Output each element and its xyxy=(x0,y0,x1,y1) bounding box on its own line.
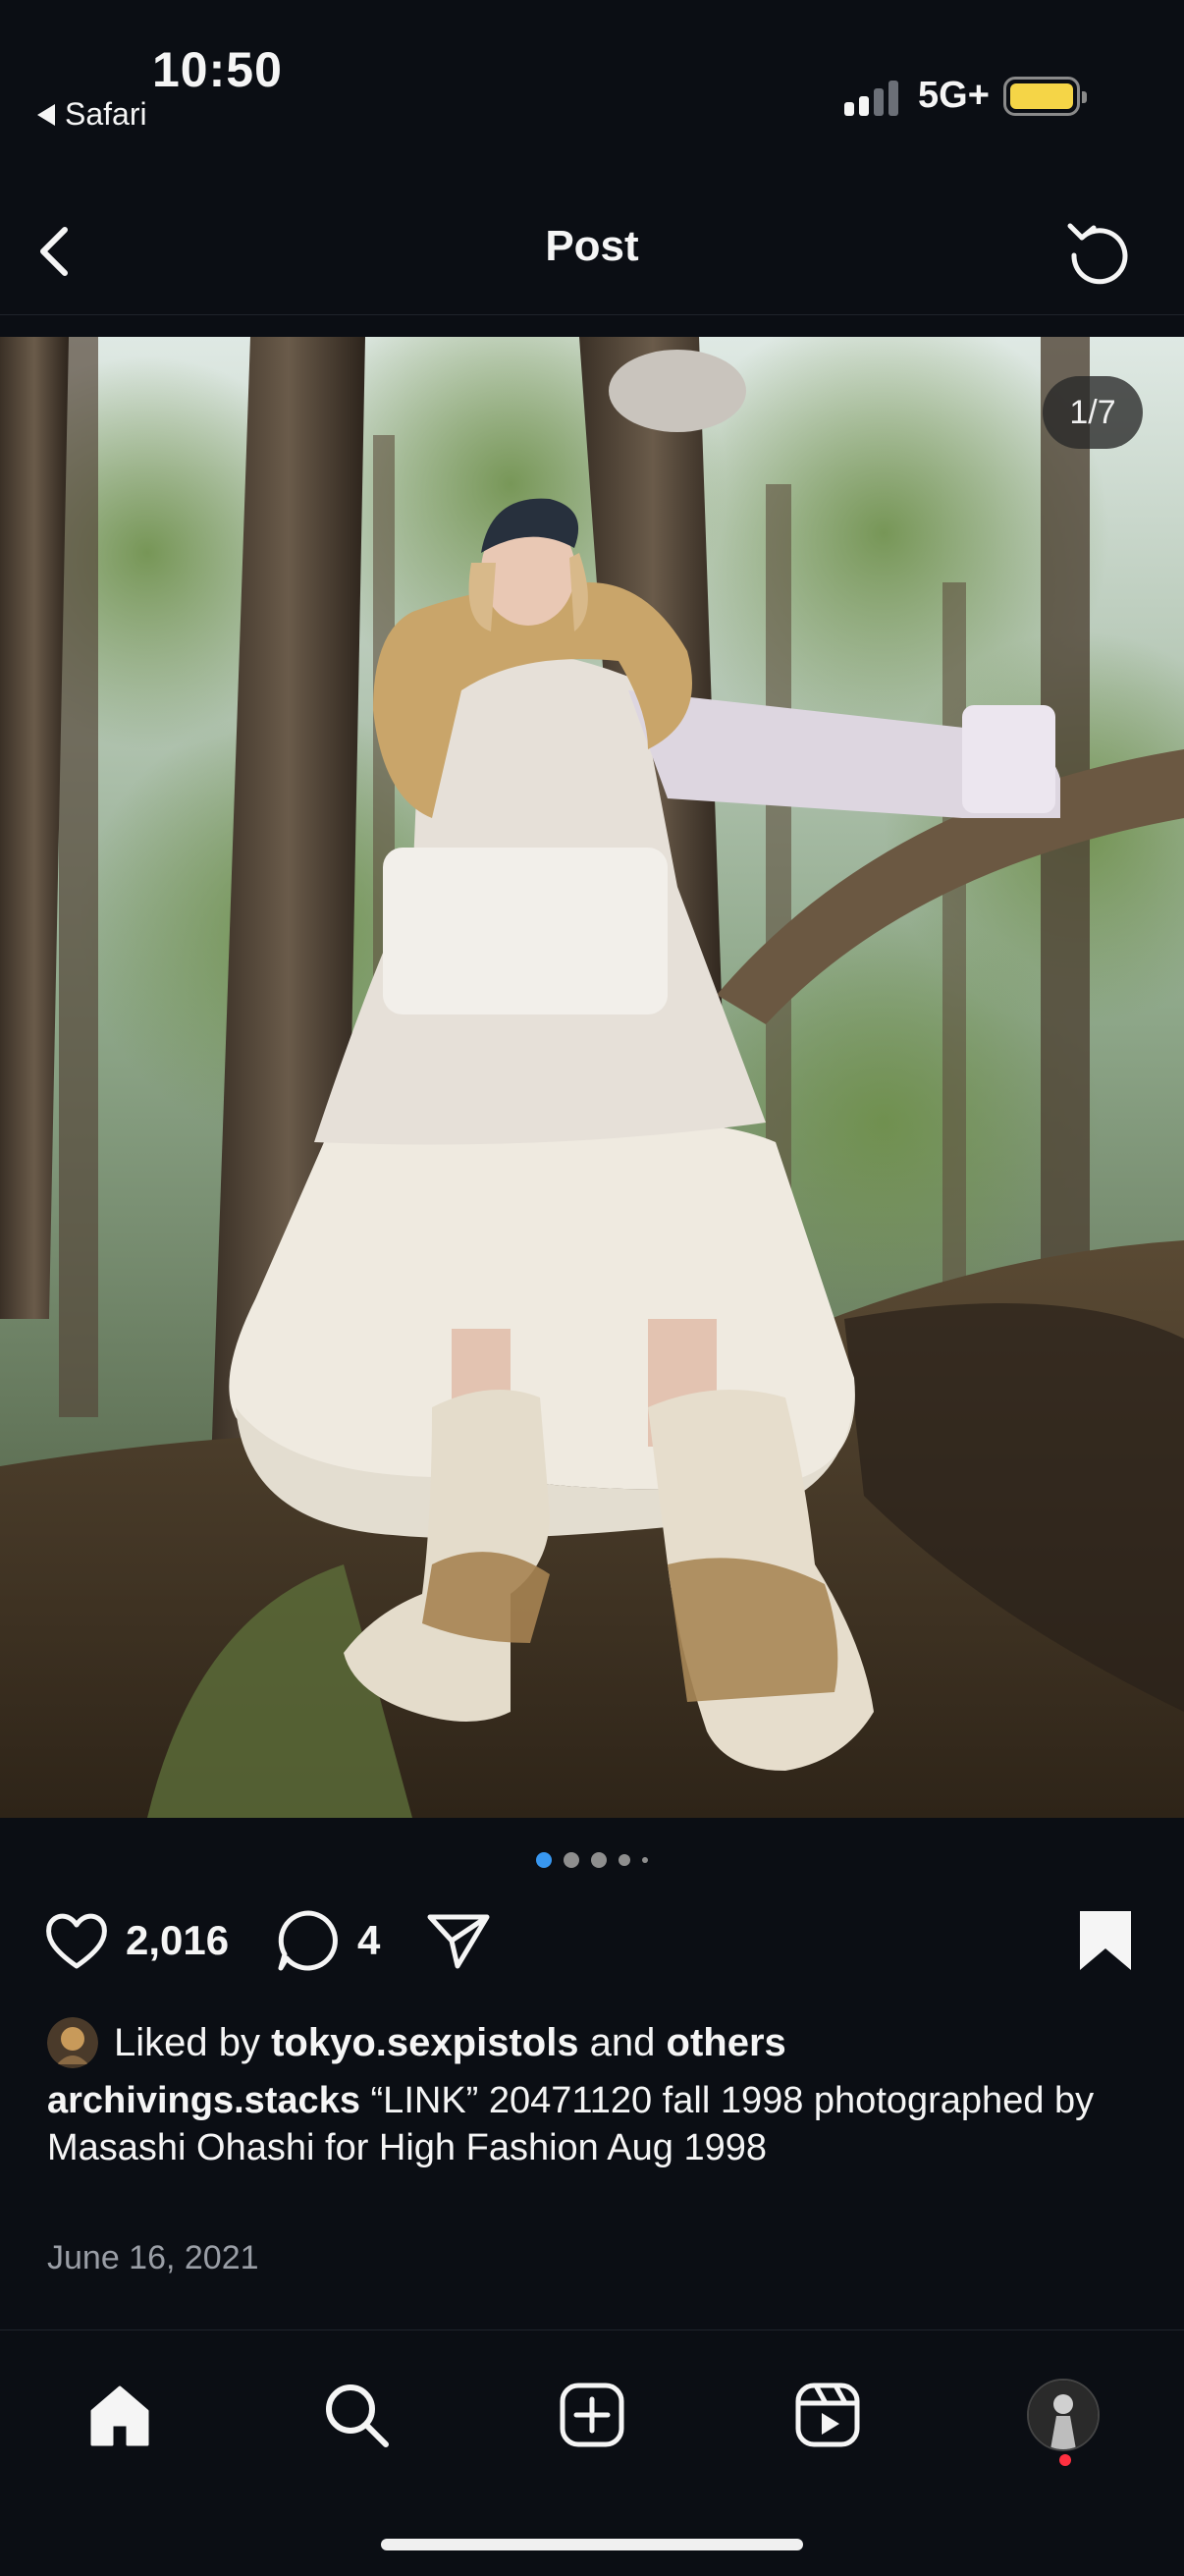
save-button[interactable] xyxy=(1074,1905,1137,1976)
nav-home[interactable] xyxy=(73,2368,167,2462)
post-date: June 16, 2021 xyxy=(47,2239,259,2276)
back-to-app-button[interactable]: Safari xyxy=(37,96,147,133)
liked-by-others[interactable]: others xyxy=(667,2021,786,2065)
nav-reels[interactable] xyxy=(780,2368,875,2462)
nav-create[interactable] xyxy=(545,2368,639,2462)
like-action[interactable]: 2,016 xyxy=(41,1905,229,1976)
back-app-label: Safari xyxy=(65,96,147,132)
nav-profile[interactable] xyxy=(1016,2368,1110,2462)
bookmark-icon xyxy=(1080,1911,1131,1970)
liked-by-and: and xyxy=(589,2020,656,2064)
heart-icon xyxy=(46,1913,107,1969)
share-button[interactable] xyxy=(422,1905,493,1976)
refresh-icon xyxy=(1067,223,1128,285)
author-username[interactable]: archivings.stacks xyxy=(47,2080,360,2121)
status-time: 10:50 xyxy=(152,42,283,97)
carousel-dot xyxy=(619,1854,630,1866)
page-title: Post xyxy=(545,222,639,270)
carousel-indicator xyxy=(0,1852,1184,1868)
liked-by-prefix: Liked by xyxy=(114,2020,260,2064)
profile-avatar xyxy=(1027,2379,1100,2451)
create-icon xyxy=(560,2383,624,2447)
comment-icon xyxy=(278,1910,338,1971)
comment-action[interactable]: 4 xyxy=(273,1905,380,1976)
liker-avatar xyxy=(47,2017,98,2068)
carousel-dot xyxy=(642,1857,648,1863)
refresh-button[interactable] xyxy=(1060,212,1139,291)
notification-dot xyxy=(1059,2454,1071,2466)
carousel-dot xyxy=(591,1852,607,1868)
comments-count: 4 xyxy=(357,1917,381,1963)
likes-count: 2,016 xyxy=(126,1917,230,1963)
carousel-dot xyxy=(536,1852,552,1868)
back-triangle-icon xyxy=(37,103,55,126)
image-counter: 1/7 xyxy=(1043,376,1143,449)
liked-by[interactable]: Liked by tokyo.sexpistols and others xyxy=(47,2017,786,2068)
post-image[interactable]: 1/7 xyxy=(0,337,1184,1818)
send-icon xyxy=(427,1914,490,1969)
network-label: 5G+ xyxy=(918,75,990,116)
post-caption: archivings.stacks “LINK” 20471120 fall 1… xyxy=(47,2077,1137,2171)
battery-icon xyxy=(1003,77,1087,116)
nav-search[interactable] xyxy=(309,2368,404,2462)
home-indicator[interactable] xyxy=(381,2539,803,2550)
carousel-dot xyxy=(564,1852,579,1868)
post-header: Post xyxy=(0,187,1184,315)
liked-by-user[interactable]: tokyo.sexpistols xyxy=(271,2021,578,2065)
search-icon xyxy=(326,2384,389,2447)
forest-photo xyxy=(0,337,1184,1818)
status-bar: 10:50 Safari 5G+ xyxy=(0,0,1184,147)
post-actions: 2,016 4 xyxy=(0,1905,1184,1984)
signal-icon xyxy=(844,79,898,116)
home-icon xyxy=(90,2385,149,2446)
reels-icon xyxy=(795,2383,860,2447)
